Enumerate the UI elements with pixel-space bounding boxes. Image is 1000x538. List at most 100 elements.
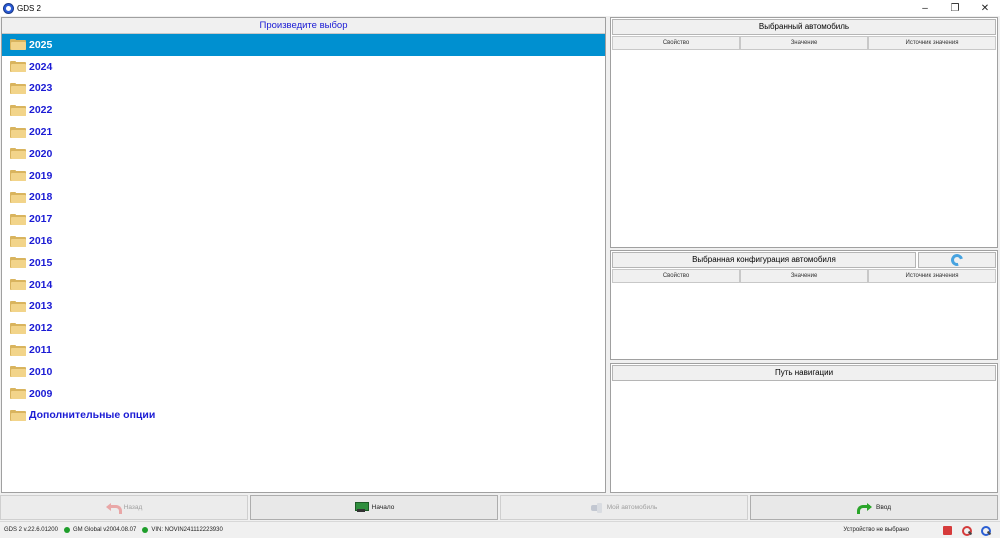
status-right: Устройство не выбрано — [843, 522, 1000, 538]
folder-icon — [10, 191, 26, 203]
my-vehicle-button-label: Мой автомобиль — [606, 504, 658, 511]
close-button[interactable]: ✕ — [970, 0, 1000, 16]
column-header[interactable]: Источник значения — [868, 269, 996, 283]
button-bar: Назад Начало Мой автомобиль Ввод — [0, 495, 1000, 520]
gm-global-text: GM Global v2004.08.07 — [72, 526, 137, 533]
status-dot-icon — [63, 526, 70, 533]
back-arrow-icon — [105, 503, 122, 514]
selected-config-header: Выбранная конфигурация автомобиля — [612, 252, 916, 268]
search-icon[interactable] — [981, 525, 991, 536]
search-device-icon[interactable] — [962, 525, 972, 536]
tree-item[interactable]: 2016 — [2, 230, 605, 252]
back-button[interactable]: Назад — [0, 495, 248, 520]
tree-item-label: 2021 — [29, 126, 53, 139]
tree-item[interactable]: 2023 — [2, 78, 605, 100]
selected-config-columns: Свойство Значение Источник значения — [612, 269, 996, 283]
tree-item[interactable]: 2025 — [2, 34, 605, 56]
tree-item-label: 2011 — [29, 344, 52, 357]
folder-icon — [10, 104, 26, 116]
vehicle-icon — [590, 502, 603, 513]
status-vin-item: VIN: NOVIN241112223930 — [140, 526, 223, 533]
config-header-row: Выбранная конфигурация автомобиля — [612, 251, 996, 269]
title-bar: GDS 2 – ❐ ✕ — [0, 0, 1000, 16]
tree-item[interactable]: Дополнительные опции — [2, 405, 605, 427]
selected-vehicle-columns: Свойство Значение Источник значения — [612, 36, 996, 50]
tree-item[interactable]: 2019 — [2, 165, 605, 187]
tree-item[interactable]: 2009 — [2, 383, 605, 405]
tree-item-label: 2024 — [29, 60, 53, 73]
status-dot-icon — [142, 526, 149, 533]
tree-item-label: 2018 — [29, 191, 53, 204]
tree-item[interactable]: 2010 — [2, 361, 605, 383]
tree-item-label: 2014 — [29, 278, 53, 291]
folder-icon — [10, 279, 26, 291]
column-header[interactable]: Источник значения — [868, 36, 996, 50]
folder-icon — [10, 39, 26, 51]
column-header[interactable]: Значение — [740, 36, 868, 50]
selection-panel: Произведите выбор 2025 2024 2023 2022 2021 20… — [1, 17, 606, 493]
tree-item-label: 2012 — [29, 322, 53, 335]
folder-icon — [10, 257, 26, 269]
tree-item[interactable]: 2021 — [2, 121, 605, 143]
tree-item-label: 2015 — [29, 256, 53, 269]
folder-icon — [10, 344, 26, 356]
tree-item[interactable]: 2013 — [2, 296, 605, 318]
selected-config-panel: Выбранная конфигурация автомобиля Свойст… — [610, 250, 998, 360]
selected-vehicle-header: Выбранный автомобиль — [612, 19, 996, 35]
tree-item[interactable]: 2011 — [2, 339, 605, 361]
version-text: GDS 2 v.22.6.01200 — [4, 526, 58, 533]
folder-icon — [10, 300, 26, 312]
tree-item-label: 2023 — [29, 82, 53, 95]
device-status-text: Устройство не выбрано — [843, 527, 909, 533]
status-gm-global-item: GM Global v2004.08.07 — [62, 526, 137, 533]
folder-icon — [10, 322, 26, 334]
tree-item[interactable]: 2015 — [2, 252, 605, 274]
tree-item-label: 2019 — [29, 169, 53, 182]
tree-item-label: 2020 — [29, 147, 53, 160]
column-header[interactable]: Значение — [740, 269, 868, 283]
home-button[interactable]: Начало — [250, 495, 498, 520]
folder-icon — [10, 170, 26, 182]
folder-icon — [10, 235, 26, 247]
folder-icon — [10, 148, 26, 160]
tree-item-label: 2022 — [29, 104, 53, 117]
tree-item-label: 2017 — [29, 213, 53, 226]
tree-item-label: Дополнительные опции — [29, 409, 156, 422]
tree-item-label: 2010 — [29, 365, 53, 378]
app-icon — [3, 2, 14, 14]
refresh-icon — [948, 251, 966, 269]
folder-icon — [10, 213, 26, 225]
folder-icon — [10, 388, 26, 400]
refresh-button[interactable] — [918, 251, 996, 269]
home-button-label: Начало — [371, 504, 395, 511]
selection-tree: 2025 2024 2023 2022 2021 2020 2019 2018 2017 2016… — [2, 34, 605, 426]
folder-icon — [10, 82, 26, 94]
tree-item[interactable]: 2020 — [2, 143, 605, 165]
tree-item[interactable]: 2012 — [2, 317, 605, 339]
tree-item-label: 2009 — [29, 387, 53, 400]
folder-icon — [10, 126, 26, 138]
flag-icon[interactable] — [943, 525, 952, 535]
tree-item[interactable]: 2014 — [2, 274, 605, 296]
my-vehicle-button[interactable]: Мой автомобиль — [500, 495, 748, 520]
tree-item-label: 2016 — [29, 235, 53, 248]
back-button-label: Назад — [123, 504, 143, 511]
enter-button-label: Ввод — [876, 504, 891, 511]
enter-arrow-icon — [857, 503, 872, 514]
tree-item-label: 2013 — [29, 300, 53, 313]
window-controls: – ❐ ✕ — [910, 0, 1000, 16]
maximize-button[interactable]: ❐ — [940, 0, 970, 16]
column-header[interactable]: Свойство — [612, 36, 740, 50]
tree-item[interactable]: 2017 — [2, 208, 605, 230]
tree-item[interactable]: 2024 — [2, 56, 605, 78]
tree-item-label: 2025 — [29, 38, 53, 51]
folder-icon — [10, 409, 26, 421]
folder-icon — [10, 61, 26, 73]
minimize-button[interactable]: – — [910, 0, 940, 16]
tree-item[interactable]: 2022 — [2, 99, 605, 121]
enter-button[interactable]: Ввод — [750, 495, 998, 520]
folder-icon — [10, 366, 26, 378]
vin-text: VIN: NOVIN241112223930 — [151, 526, 223, 533]
tree-item[interactable]: 2018 — [2, 187, 605, 209]
column-header[interactable]: Свойство — [612, 269, 740, 283]
